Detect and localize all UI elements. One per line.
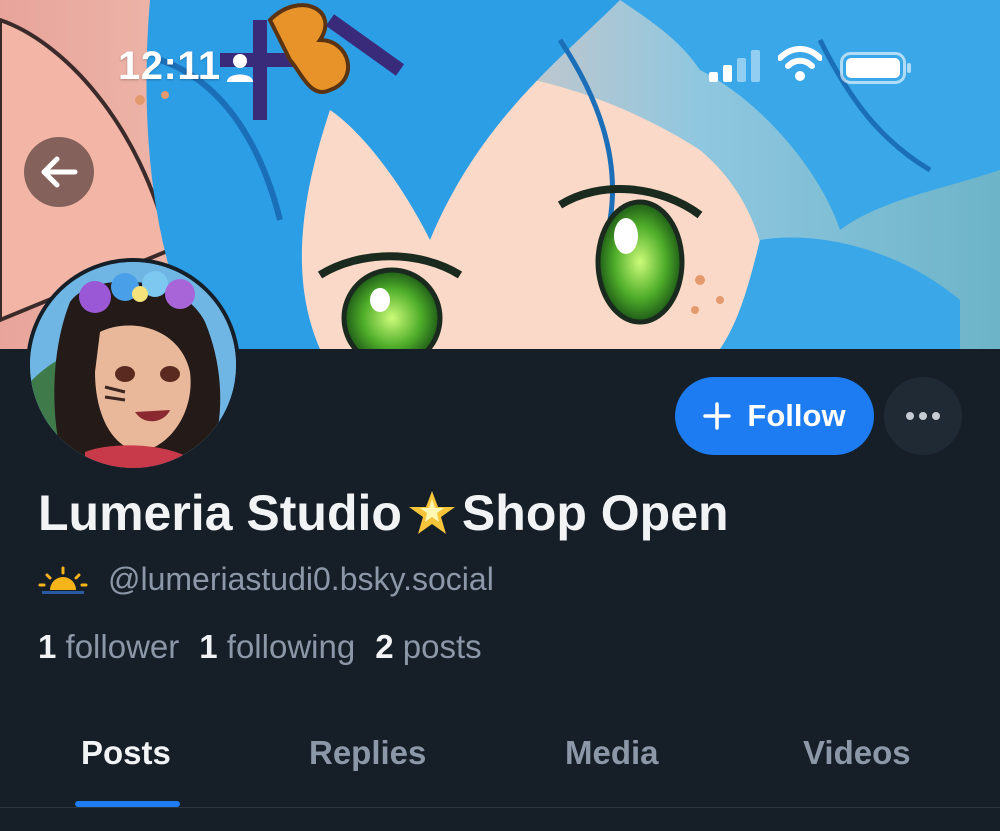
more-options-button[interactable] <box>884 377 962 455</box>
posts-label: posts <box>402 628 482 665</box>
profile-stats: 1 follower 1 following 2 posts <box>38 628 482 666</box>
ellipsis-icon <box>906 412 940 420</box>
tab-videos[interactable]: Videos <box>803 734 911 772</box>
sunrise-icon <box>38 566 88 594</box>
back-button[interactable] <box>24 137 94 207</box>
signal-icon <box>709 50 760 82</box>
display-name-part2: Shop Open <box>461 485 729 541</box>
plus-icon <box>703 402 732 430</box>
posts-stat: 2 posts <box>375 628 481 666</box>
status-bar: 12:11 <box>0 0 1000 130</box>
following-label: following <box>226 628 356 665</box>
tabs-divider <box>0 807 1000 808</box>
tab-replies[interactable]: Replies <box>309 734 426 772</box>
display-name: Lumeria Studio Shop Open <box>38 484 729 542</box>
battery-icon <box>840 52 911 84</box>
display-name-part1: Lumeria Studio <box>38 485 402 541</box>
handle[interactable]: @lumeriastudi0.bsky.social <box>108 561 494 598</box>
status-time: 12:11 <box>118 44 221 88</box>
tab-media[interactable]: Media <box>565 734 659 772</box>
following-stat[interactable]: 1 following <box>199 628 355 666</box>
arrow-left-icon <box>41 156 78 188</box>
follow-button[interactable]: Follow <box>675 377 874 455</box>
wifi-icon <box>778 46 822 81</box>
followers-count: 1 <box>38 628 57 665</box>
handle-row: @lumeriastudi0.bsky.social <box>38 561 494 598</box>
profile-tabs: Posts Replies Media Videos <box>0 720 1000 808</box>
star-icon <box>408 491 455 534</box>
following-count: 1 <box>199 628 218 665</box>
avatar-image <box>30 262 236 468</box>
posts-count: 2 <box>375 628 394 665</box>
person-icon <box>227 54 253 82</box>
avatar[interactable] <box>26 258 240 472</box>
followers-label: follower <box>65 628 180 665</box>
tab-posts[interactable]: Posts <box>81 734 171 772</box>
follow-button-label: Follow <box>747 398 846 433</box>
followers-stat[interactable]: 1 follower <box>38 628 179 666</box>
